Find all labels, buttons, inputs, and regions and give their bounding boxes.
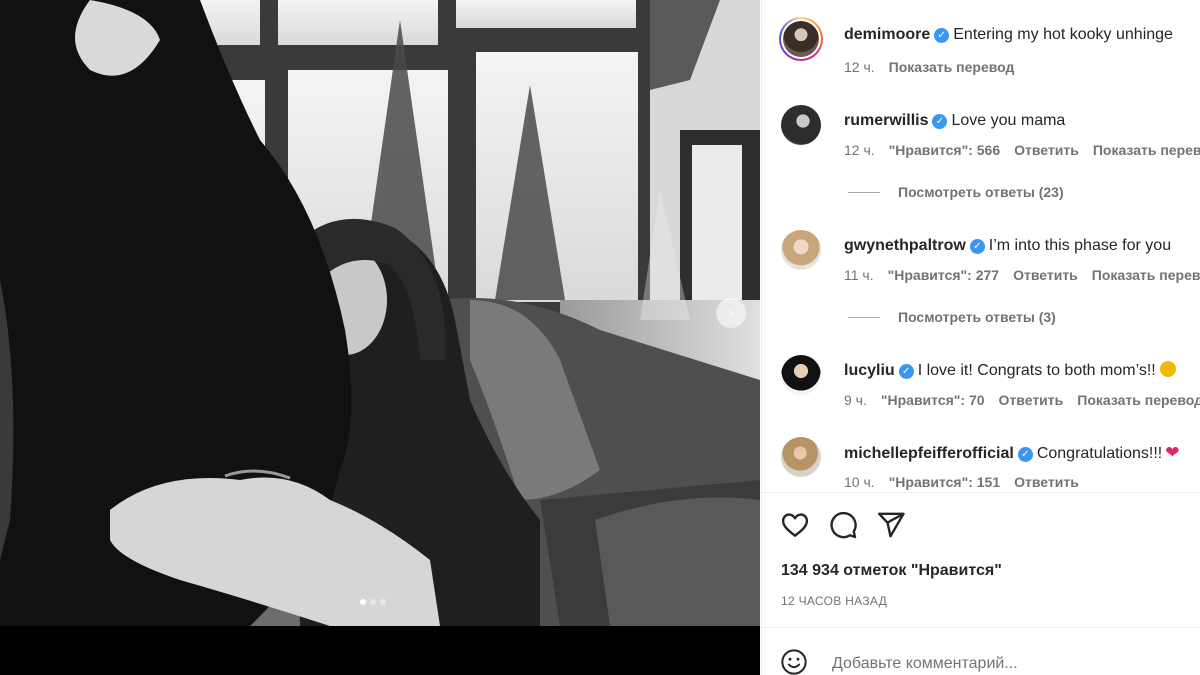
- carousel-dot: [370, 599, 376, 605]
- post-timestamp[interactable]: 12 ЧАСОВ НАЗАД: [781, 594, 887, 608]
- post-media: ›: [0, 0, 760, 675]
- post-actions: [780, 510, 906, 540]
- comment-text: I’m into this phase for you: [988, 237, 1172, 254]
- verified-badge-icon: ✓: [969, 239, 985, 254]
- reply-button[interactable]: Ответить: [1013, 267, 1078, 283]
- divider: [762, 492, 1200, 493]
- replies-line: [848, 317, 880, 318]
- comment-likes[interactable]: "Нравится": 277: [888, 267, 999, 283]
- carousel-dot: [360, 599, 366, 605]
- view-replies-button[interactable]: Посмотреть ответы (3): [848, 308, 1056, 326]
- reply-button[interactable]: Ответить: [1014, 142, 1079, 158]
- carousel-next-button[interactable]: ›: [716, 298, 746, 328]
- comment-item: lucyliu ✓ I love it! Congrats to both mom’…: [762, 355, 1200, 421]
- avatar[interactable]: [781, 355, 821, 395]
- reply-button[interactable]: Ответить: [999, 392, 1064, 408]
- comments-panel: demimoore ✓ Entering my hot kooky unhinge …: [761, 0, 1200, 675]
- avatar[interactable]: [781, 230, 821, 270]
- comment-username[interactable]: lucyliu: [844, 362, 895, 379]
- divider: [762, 627, 1200, 628]
- carousel-dots: [360, 599, 386, 605]
- comment-time[interactable]: 11 ч.: [844, 267, 874, 283]
- likes-count[interactable]: 134 934 отметок "Нравится": [781, 562, 1002, 580]
- verified-badge-icon: ✓: [934, 28, 950, 43]
- caption-time[interactable]: 12 ч.: [844, 59, 875, 75]
- grinning-face-emoji-icon: [1159, 361, 1176, 377]
- comment-username[interactable]: gwynethpaltrow: [844, 237, 966, 254]
- verified-badge-icon: ✓: [932, 114, 948, 129]
- post-photo: ›: [0, 0, 760, 626]
- replies-line: [848, 192, 880, 193]
- avatar[interactable]: [779, 17, 823, 61]
- comment-icon[interactable]: [828, 510, 858, 540]
- view-replies-button[interactable]: Посмотреть ответы (23): [848, 183, 1064, 201]
- comment-text: I love it! Congrats to both mom’s!!: [917, 362, 1156, 379]
- caption-text: Entering my hot kooky unhinge: [953, 26, 1173, 43]
- heart-icon[interactable]: [780, 510, 810, 540]
- chevron-right-icon: ›: [728, 304, 734, 321]
- comment-likes[interactable]: "Нравится": 566: [889, 142, 1000, 158]
- caption-username[interactable]: demimoore: [844, 26, 930, 43]
- comment-item: rumerwillis ✓ Love you mama 12 ч. "Нравится…: [762, 105, 1200, 171]
- comment-time[interactable]: 9 ч.: [844, 392, 867, 408]
- translate-button[interactable]: Показать перев: [1092, 267, 1200, 283]
- red-heart-emoji-icon: ❤: [1165, 443, 1180, 462]
- photo-illustration: [0, 0, 760, 626]
- comment-text: Love you mama: [951, 112, 1066, 129]
- comment-likes[interactable]: "Нравится": 70: [881, 392, 985, 408]
- add-comment-input[interactable]: [830, 651, 1194, 675]
- translate-button[interactable]: Показать перев: [1093, 142, 1200, 158]
- comment-time[interactable]: 12 ч.: [844, 142, 875, 158]
- comment-item: michellepfeifferofficial ✓ Congratulations…: [762, 437, 1200, 492]
- comment-time[interactable]: 10 ч.: [844, 474, 875, 490]
- share-icon[interactable]: [876, 510, 906, 540]
- avatar[interactable]: [781, 437, 821, 477]
- comment-item: gwynethpaltrow ✓ I’m into this phase for y…: [762, 230, 1200, 296]
- avatar[interactable]: [781, 105, 821, 145]
- comment-username[interactable]: rumerwillis: [844, 112, 928, 129]
- caption-translate-button[interactable]: Показать перевод: [889, 59, 1015, 75]
- comment-username[interactable]: michellepfeifferofficial: [844, 445, 1014, 462]
- comment-text: Congratulations!!!: [1036, 445, 1163, 462]
- reply-button[interactable]: Ответить: [1014, 474, 1079, 490]
- view-replies-label: Посмотреть ответы (23): [898, 184, 1064, 200]
- view-replies-label: Посмотреть ответы (3): [898, 309, 1056, 325]
- comments-list[interactable]: demimoore ✓ Entering my hot kooky unhinge …: [762, 0, 1200, 492]
- emoji-picker-icon[interactable]: [780, 648, 808, 675]
- add-comment-bar: [780, 648, 1200, 675]
- carousel-dot: [380, 599, 386, 605]
- translate-button[interactable]: Показать перевод: [1077, 392, 1200, 408]
- verified-badge-icon: ✓: [898, 364, 914, 379]
- post-caption: demimoore ✓ Entering my hot kooky unhinge …: [762, 17, 1200, 85]
- comment-likes[interactable]: "Нравится": 151: [889, 474, 1000, 490]
- verified-badge-icon: ✓: [1017, 447, 1033, 462]
